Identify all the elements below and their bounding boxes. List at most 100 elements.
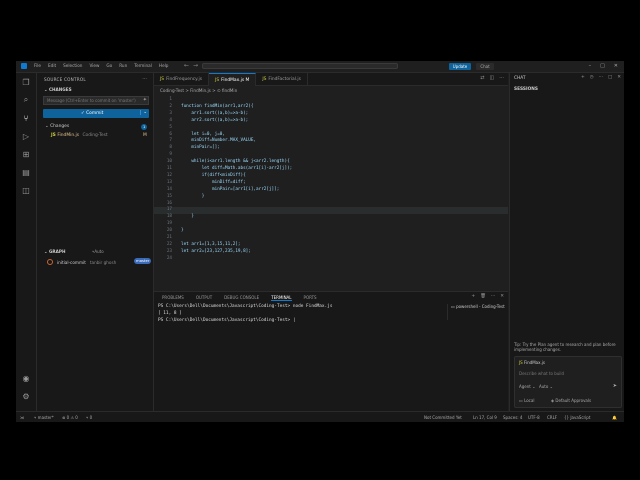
more-actions-icon[interactable]: ··· (599, 75, 603, 80)
compare-changes-icon[interactable]: ⇄ (480, 75, 484, 81)
notebook-icon[interactable]: ▤ (21, 167, 31, 177)
line-number: 7 (169, 138, 172, 144)
code-line[interactable]: 24 (154, 256, 508, 263)
split-editor-icon[interactable]: ◫ (489, 75, 494, 81)
more-actions-icon[interactable]: ··· (491, 294, 495, 299)
menu-item[interactable]: Run (119, 63, 127, 68)
new-terminal-icon[interactable]: + (471, 294, 475, 299)
line-number: 3 (169, 110, 172, 116)
changes-group[interactable]: ⌄ Changes (45, 124, 69, 129)
code-text: } (181, 193, 205, 199)
commit-button[interactable]: ✓ Commit ⌄ (43, 109, 149, 118)
menu-item[interactable]: Terminal (134, 63, 152, 68)
kill-terminal-icon[interactable]: 🗑 (480, 294, 486, 299)
chat-input-box[interactable]: JS FindMax.js Describe what to build Age… (514, 356, 622, 408)
branch-status[interactable]: ⑂ master* (34, 415, 54, 420)
editor-tab[interactable]: JS FindMax.js M (209, 73, 257, 86)
encoding-status[interactable]: UTF-8 (528, 415, 540, 420)
line-number: 20 (166, 228, 172, 234)
menu-bar: File Edit Selection View Go Run Terminal Help (34, 63, 168, 68)
graph-auto-selector[interactable]: ⑂Auto (92, 249, 104, 254)
source-control-sidebar: SOURCE CONTROL ··· ⌄ CHANGES Message (Ct… (37, 73, 164, 411)
menu-item[interactable]: Edit (48, 63, 56, 68)
code-text: if(diff<minDiff){ (181, 172, 246, 178)
panel-tab[interactable]: OUTPUT (196, 295, 212, 301)
close-icon[interactable]: ✕ (617, 75, 621, 80)
git-blame-status[interactable]: Not Committed Yet (424, 415, 462, 420)
model-selector[interactable]: Auto ⌄ (539, 384, 553, 389)
chat-actions: + ◷ ··· □ ✕ (581, 75, 621, 80)
nav-back-icon[interactable]: ← (184, 62, 189, 69)
agent-mode-selector[interactable]: Agent ⌄ (519, 384, 535, 389)
graph-commit-row[interactable]: initial-commit tanbir ghosh (47, 259, 116, 265)
extensions-icon[interactable]: ⊞ (21, 149, 31, 159)
update-button[interactable]: Update (449, 63, 471, 70)
code-text: let arr1=[1,3,15,11,2]; (181, 241, 241, 247)
breadcrumb[interactable]: Coding-Test > FindMin.js > ⊙ findMin (160, 88, 237, 93)
maximize-icon[interactable]: □ (608, 75, 612, 80)
eol-status[interactable]: CRLF (547, 415, 557, 420)
panel-tab[interactable]: PROBLEMS (162, 295, 184, 301)
changed-file-item[interactable]: JS FindMin.js Coding-Test (51, 133, 108, 138)
context-file-chip[interactable]: JS FindMax.js (519, 360, 545, 365)
close-panel-icon[interactable]: ✕ (500, 294, 504, 299)
remote-icon[interactable]: ⋊ (20, 415, 24, 420)
commit-message-input[interactable]: Message (Ctrl+Enter to commit on 'master… (43, 96, 149, 105)
code-text: } (181, 228, 184, 234)
terminal-line: PS C:\Users\Dell\Documents\Javascript\Co… (158, 304, 333, 309)
panel-tab[interactable]: TERMINAL (271, 295, 292, 301)
chat-button[interactable]: Chat (476, 63, 494, 70)
line-number: 6 (169, 131, 172, 137)
command-center-search[interactable] (202, 63, 398, 69)
source-control-icon[interactable]: ⑂ (21, 113, 31, 123)
status-bar: ⋊ ⑂ master* ⊗ 0 ⚠ 0 ⑂ 0 Not Committed Ye… (16, 411, 624, 422)
line-number: 5 (169, 124, 172, 130)
ports-status[interactable]: ⑂ 0 (86, 415, 92, 420)
chat-title: CHAT (514, 76, 526, 81)
history-icon[interactable]: ◷ (590, 75, 594, 80)
graph-section-title[interactable]: ⌄ GRAPH (44, 249, 65, 254)
maximize-icon[interactable]: □ (600, 63, 605, 69)
close-icon[interactable]: ✕ (614, 63, 618, 69)
indentation-status[interactable]: Spaces: 4 (503, 415, 522, 420)
notifications-icon[interactable]: 🔔 (612, 415, 617, 420)
code-text: minPair=[]; (181, 145, 220, 151)
language-mode-status[interactable]: {} JavaScript (564, 415, 590, 420)
cursor-position-status[interactable]: Ln 17, Col 9 (473, 415, 497, 420)
code-text: arr2.sort((a,b)=>a-b); (181, 117, 249, 123)
search-icon[interactable]: ⌕ (21, 95, 31, 105)
terminal-output[interactable]: PS C:\Users\Dell\Documents\Javascript\Co… (158, 304, 332, 325)
panel-tab[interactable]: PORTS (304, 295, 317, 301)
changes-section-title[interactable]: ⌄ CHANGES (44, 87, 72, 92)
js-file-icon: JS (160, 76, 165, 82)
minimize-icon[interactable]: – (589, 63, 592, 69)
menu-item[interactable]: Selection (63, 63, 82, 68)
menu-item[interactable]: File (34, 63, 41, 68)
chat-sessions-header[interactable]: SESSIONS (514, 87, 538, 92)
nav-forward-icon[interactable]: → (193, 62, 198, 69)
remote-explorer-icon[interactable]: ◫ (21, 185, 31, 195)
problems-status[interactable]: ⊗ 0 ⚠ 0 (62, 415, 78, 420)
menu-item[interactable]: Go (106, 63, 112, 68)
account-icon[interactable]: ◉ (21, 373, 31, 383)
menu-item[interactable]: View (89, 63, 99, 68)
commit-dropdown-icon[interactable]: ⌄ (140, 110, 147, 115)
local-selector[interactable]: ▭ Local (519, 398, 534, 403)
chat-input[interactable]: Describe what to build (519, 371, 564, 376)
line-number: 15 (166, 193, 172, 199)
gear-icon[interactable]: ⚙ (21, 391, 31, 401)
sparkle-icon[interactable]: ✦ (143, 97, 147, 103)
new-chat-icon[interactable]: + (581, 75, 585, 80)
line-number: 19 (166, 221, 172, 227)
approvals-selector[interactable]: ◈ Default Approvals (551, 398, 591, 403)
run-debug-icon[interactable]: ▷ (21, 131, 31, 141)
more-actions-icon[interactable]: ··· (499, 75, 504, 81)
more-actions-icon[interactable]: ··· (142, 76, 147, 82)
panel-tab[interactable]: DEBUG CONSOLE (224, 295, 259, 301)
menu-item[interactable]: Help (159, 63, 169, 68)
terminal-instance[interactable]: ▭ powershell - Coding-Test (447, 304, 508, 320)
send-icon[interactable]: ➤ (613, 383, 617, 389)
explorer-icon[interactable]: ❐ (21, 77, 31, 87)
editor-tab[interactable]: JS FindFactorial.js (256, 73, 308, 85)
editor-tab[interactable]: JS FindFrequency.js (154, 73, 210, 85)
